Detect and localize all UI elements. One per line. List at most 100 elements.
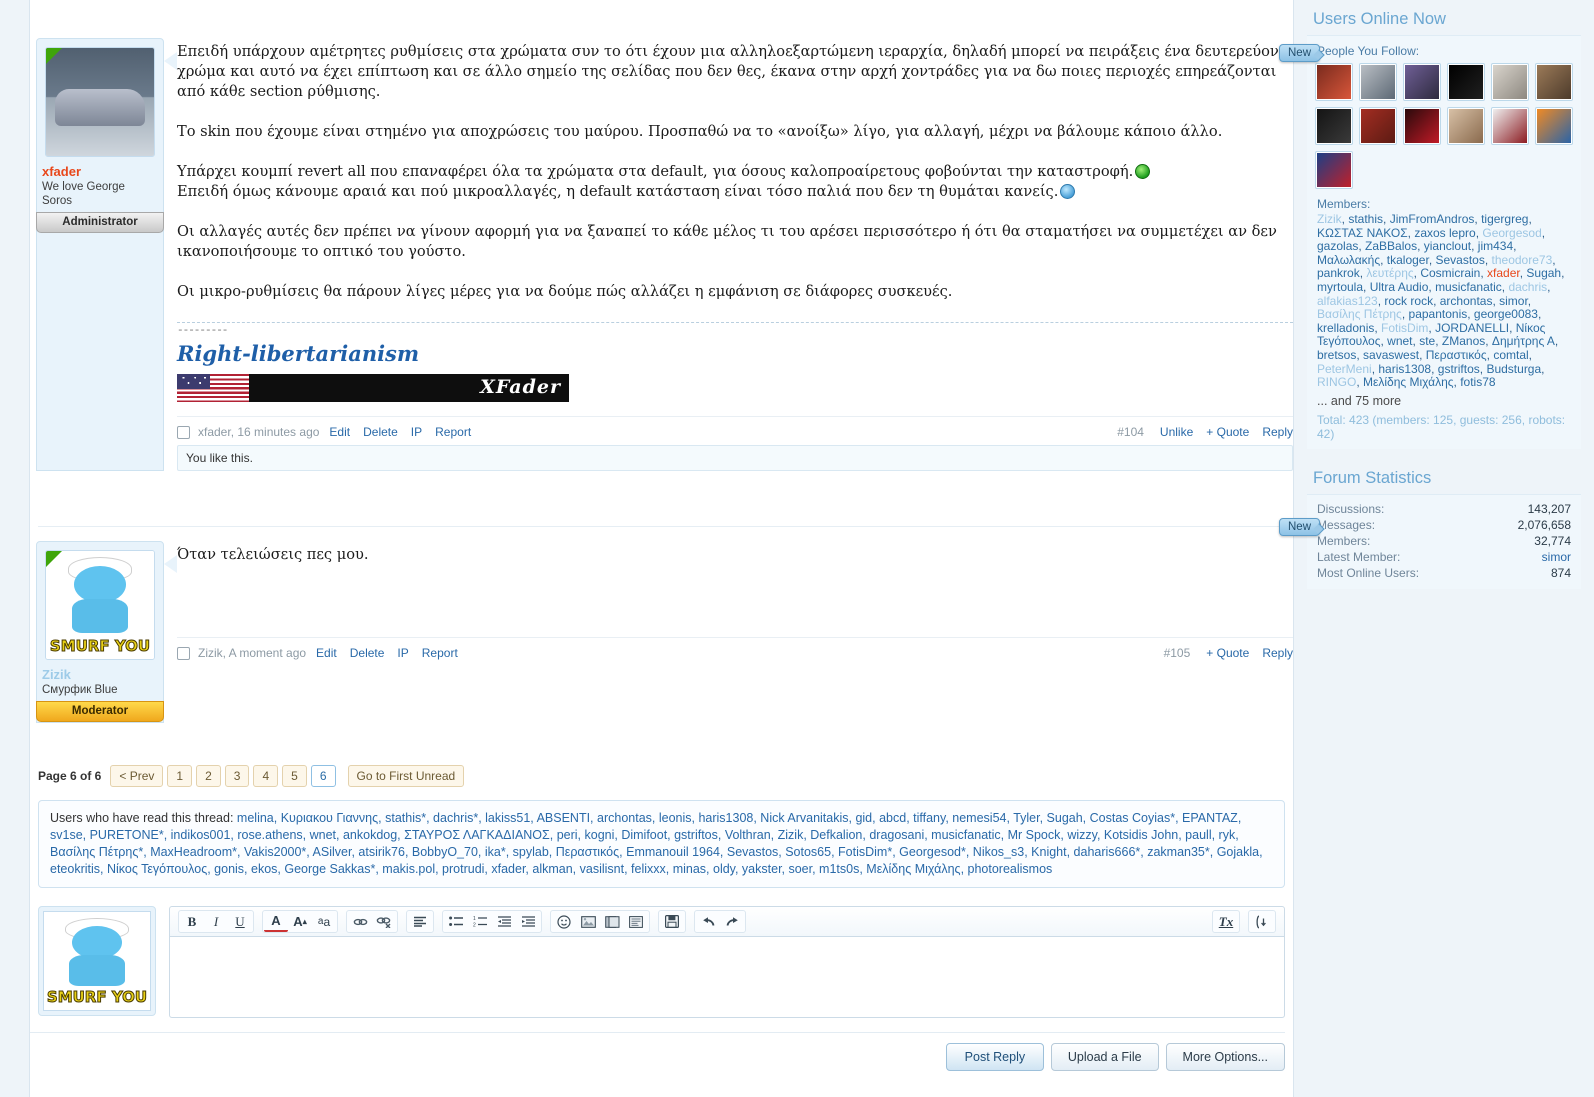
online-member[interactable]: archontas [1440,294,1493,308]
online-member[interactable]: theodore73 [1492,253,1553,267]
online-member[interactable]: PeterMeni [1317,362,1372,376]
avatar-room[interactable] [1535,63,1573,101]
online-member[interactable]: Zizik [1317,212,1342,226]
online-member[interactable]: yianclout [1424,239,1471,253]
online-member[interactable]: papantonis [1409,307,1468,321]
online-member[interactable]: fotis78 [1460,375,1495,389]
ip-link[interactable]: IP [397,646,408,660]
numbered-list-button[interactable]: 12 [468,911,492,932]
avatar-red-mic[interactable] [1403,107,1441,145]
online-member[interactable]: ZaBBalos [1365,239,1417,253]
redo-button[interactable] [720,911,744,932]
post-reply-button[interactable]: Post Reply [945,1043,1044,1071]
online-member[interactable]: Budsturga [1486,362,1541,376]
align-button[interactable] [408,911,432,932]
online-member[interactable]: Sugah [1526,266,1561,281]
insert-link-button[interactable] [348,911,372,932]
online-member[interactable]: JimFromAndros [1390,212,1475,226]
italic-button[interactable]: I [204,911,228,932]
online-member[interactable]: Μαλωλακής [1317,253,1380,267]
insert-quote-button[interactable] [624,911,648,932]
online-member[interactable]: myrtoula [1317,280,1363,294]
quote-link[interactable]: + Quote [1206,646,1249,660]
font-family-button[interactable]: aa [312,911,336,932]
online-member[interactable]: ZManos [1442,334,1485,349]
author-username[interactable]: xfader [42,165,158,179]
bullet-list-button[interactable] [444,911,468,932]
avatar[interactable]: SMURF YOU [45,550,155,660]
smilies-button[interactable] [552,911,576,932]
online-member[interactable]: rock rock [1384,294,1433,308]
online-member[interactable]: comtal [1493,348,1528,362]
avatar-banksy[interactable] [1491,63,1529,101]
go-to-first-unread-button[interactable]: Go to First Unread [347,765,465,787]
post-select-checkbox[interactable] [177,646,190,660]
reply-textarea[interactable] [169,937,1285,1018]
more-options-button[interactable]: More Options... [1165,1043,1285,1071]
post-number[interactable]: #105 [1164,646,1191,660]
avatar-abstract-blue[interactable] [1315,151,1353,189]
undo-button[interactable] [696,911,720,932]
avatar-dark-hands[interactable] [1315,107,1353,145]
quote-link[interactable]: + Quote [1206,425,1249,439]
online-member[interactable]: wnet [1387,334,1412,349]
report-link[interactable]: Report [422,646,458,660]
online-member[interactable]: ste [1419,334,1435,349]
text-color-button[interactable]: A [264,911,288,932]
online-member[interactable]: zaxos lepro [1414,226,1475,240]
font-size-button[interactable]: A ▴ [288,911,312,932]
page-button-5[interactable]: 5 [282,765,307,787]
avatar-purple-car[interactable] [1403,63,1441,101]
online-member[interactable]: xfader [1487,266,1520,281]
bold-button[interactable]: B [180,911,204,932]
online-member[interactable]: musicfanatic [1435,280,1502,294]
online-member[interactable]: Georgesod [1482,226,1541,240]
online-member[interactable]: Μελίδης Μιχάλης [1363,375,1454,389]
prev-page-button[interactable]: < Prev [110,765,164,787]
avatar-spiderman[interactable] [1315,63,1353,101]
unlike-link[interactable]: Unlike [1160,425,1193,439]
online-member[interactable]: jim434 [1478,239,1513,253]
remove-link-button[interactable] [372,911,396,932]
online-member[interactable]: Sevastos [1435,253,1484,267]
online-member[interactable]: george0083 [1474,307,1538,321]
author-username[interactable]: Zizik [42,668,158,682]
online-member[interactable]: Ultra Audio [1370,280,1429,294]
online-member[interactable]: Βασίλης Πέτρης [1317,307,1402,321]
draft-save-button[interactable] [660,911,684,932]
online-member[interactable]: Cosmicrain [1420,266,1480,281]
online-member[interactable]: pankrok [1317,266,1360,281]
online-member[interactable]: tigergreg [1481,212,1528,226]
online-member[interactable]: λευτέρης [1366,266,1413,281]
and-more-link[interactable]: ... and 75 more [1317,394,1573,408]
insert-media-button[interactable] [600,911,624,932]
page-button-1[interactable]: 1 [167,765,193,787]
avatar-cat[interactable] [1359,63,1397,101]
online-member[interactable]: RINGO [1317,375,1356,389]
online-member[interactable]: bretsos [1317,348,1356,362]
post-number[interactable]: #104 [1117,425,1144,439]
online-member[interactable]: stathis [1348,212,1383,226]
report-link[interactable]: Report [435,425,471,439]
edit-link[interactable]: Edit [316,646,337,660]
online-member[interactable]: Δημήτρης Α [1492,334,1555,349]
online-member[interactable]: tkaloger [1387,253,1429,267]
remove-formatting-button[interactable]: Tx [1214,911,1238,932]
avatar-war-poster[interactable] [1359,107,1397,145]
outdent-button[interactable] [492,911,516,932]
online-members-list[interactable]: Zizik, stathis, JimFromAndros, tigergreg… [1317,212,1573,390]
online-member[interactable]: krelladonis [1317,321,1374,335]
online-member[interactable]: FotisDim [1381,321,1428,335]
avatar-firefox[interactable] [1535,107,1573,145]
delete-link[interactable]: Delete [350,646,385,660]
insert-image-button[interactable] [576,911,600,932]
delete-link[interactable]: Delete [363,425,398,439]
post-select-checkbox[interactable] [177,425,190,439]
online-member[interactable]: savaswest [1363,348,1419,362]
online-member[interactable]: alfakias123 [1317,294,1378,308]
upload-file-button[interactable]: Upload a File [1050,1043,1159,1071]
online-member[interactable]: JORDANELLI [1435,321,1509,335]
page-button-4[interactable]: 4 [253,765,279,787]
online-member[interactable]: simor [1499,294,1528,308]
reply-link[interactable]: Reply [1262,425,1293,439]
